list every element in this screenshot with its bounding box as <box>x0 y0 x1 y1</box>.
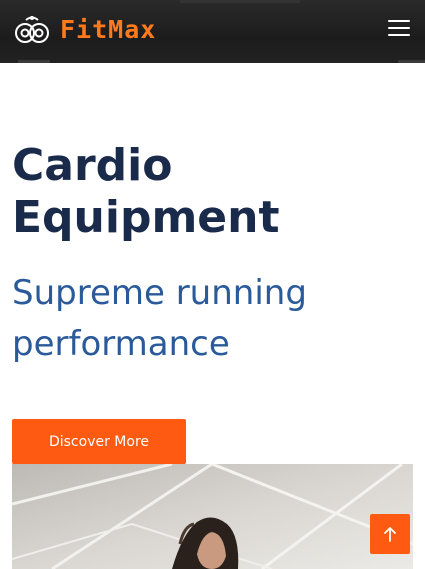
brand-name: FitMax <box>60 14 157 44</box>
dumbbell-plates-icon <box>15 16 49 43</box>
page-subtitle: Supreme running performance <box>12 273 307 364</box>
page-title: Cardio Equipment <box>12 140 280 243</box>
site-header: FitMax <box>0 0 425 63</box>
hamburger-menu-icon[interactable] <box>388 20 410 38</box>
header-background-detail <box>180 0 300 3</box>
header-background-detail <box>398 60 425 63</box>
header-background-detail <box>18 60 50 63</box>
arrow-up-icon <box>384 527 396 542</box>
photo-illustration <box>12 464 413 569</box>
scroll-to-top-button[interactable] <box>370 514 410 554</box>
athlete-photo <box>12 464 413 569</box>
discover-more-button[interactable]: Discover More <box>12 419 186 464</box>
brand-logo-link[interactable]: FitMax <box>14 14 156 44</box>
